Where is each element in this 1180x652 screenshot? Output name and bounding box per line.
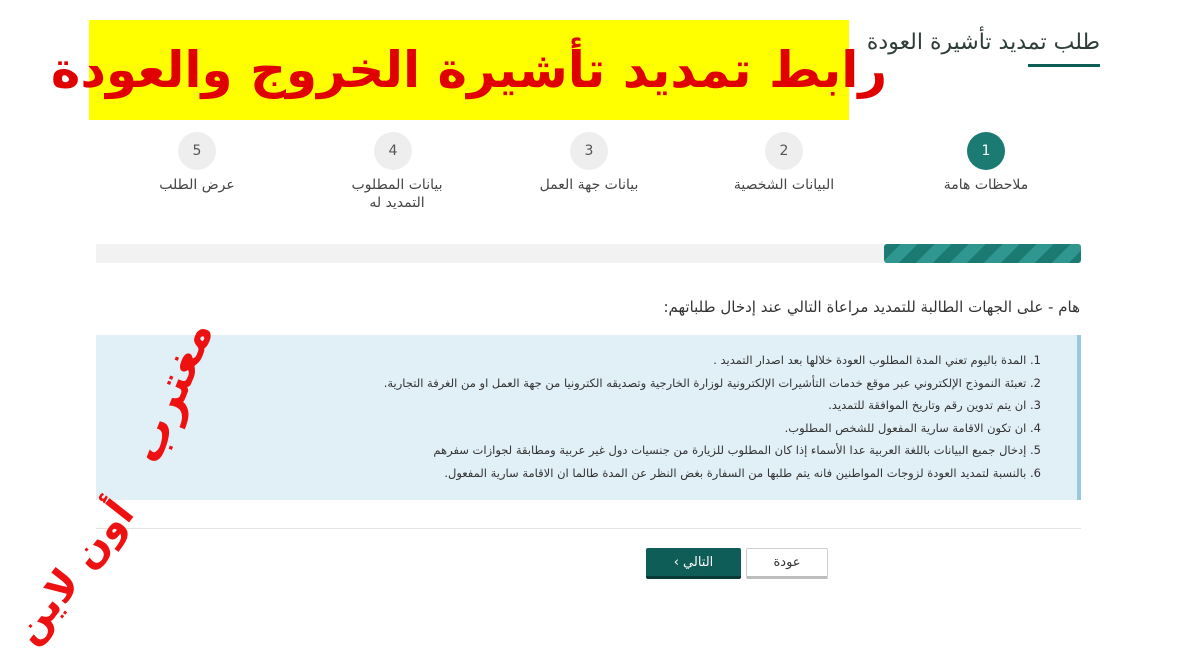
promo-banner: رابط تمديد تأشيرة الخروج والعودة xyxy=(51,20,887,120)
banner-text: رابط تمديد تأشيرة الخروج والعودة xyxy=(50,41,888,99)
note-item: 6. بالنسبة لتمديد العودة لزوجات المواطني… xyxy=(444,465,1041,480)
step-1: 1 ملاحظات هامة xyxy=(896,132,1076,194)
note-item: 2. تعبئة النموذج الإلكتروني عبر موقع خدم… xyxy=(383,375,1041,390)
step-3: 3 بيانات جهة العمل xyxy=(499,132,679,194)
step-label: ملاحظات هامة xyxy=(943,177,1029,193)
next-button[interactable]: التالي › xyxy=(646,548,741,579)
notes-list: 1. المدة باليوم تعني المدة المطلوب العود… xyxy=(96,335,1077,485)
note-item: 4. ان تكون الاقامة سارية المفعول للشخص ا… xyxy=(784,420,1041,435)
divider xyxy=(96,528,1081,529)
step-4: 4 بيانات المطلوب التمديد له xyxy=(303,132,483,212)
step-2: 2 البيانات الشخصية xyxy=(694,132,874,194)
step-label: بيانات المطلوب التمديد له xyxy=(351,177,443,211)
step-number: 4 xyxy=(374,132,412,170)
watermark-text: أون لاين xyxy=(4,492,144,652)
notes-box: 1. المدة باليوم تعني المدة المطلوب العود… xyxy=(96,335,1081,500)
step-number: 1 xyxy=(967,132,1005,170)
notice-heading: هام - على الجهات الطالبة للتمديد مراعاة … xyxy=(663,298,1080,316)
back-button[interactable]: عودة xyxy=(746,548,828,579)
note-item: 5. إدخال جميع البيانات باللغة العربية عد… xyxy=(433,443,1041,458)
step-number: 2 xyxy=(765,132,803,170)
step-5: 5 عرض الطلب xyxy=(107,132,287,194)
step-number: 3 xyxy=(570,132,608,170)
note-item: 1. المدة باليوم تعني المدة المطلوب العود… xyxy=(713,353,1041,367)
step-label: عرض الطلب xyxy=(159,177,235,193)
progress-fill xyxy=(884,244,1081,263)
step-label: بيانات جهة العمل xyxy=(539,177,639,193)
step-label: البيانات الشخصية xyxy=(733,177,835,193)
title-underline xyxy=(1028,64,1100,67)
page-title: طلب تمديد تأشيرة العودة xyxy=(866,30,1100,55)
note-item: 3. ان يتم تدوين رقم وتاريخ الموافقة للتم… xyxy=(828,398,1041,413)
step-number: 5 xyxy=(178,132,216,170)
progress-bar xyxy=(96,244,1081,263)
